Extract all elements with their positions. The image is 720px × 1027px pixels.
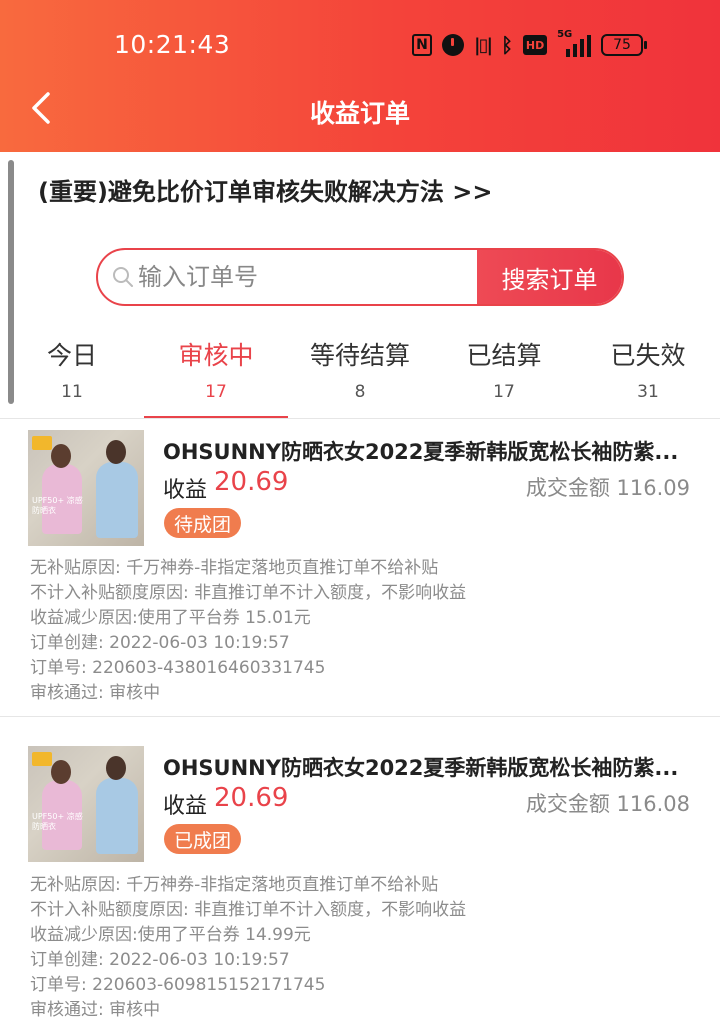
tab-label: 审核中 — [178, 341, 254, 370]
product-title: OHSUNNY防晒衣女2022夏季新韩版宽松长袖防紫... — [163, 440, 679, 464]
app-header: 10:21:43 N |▯| ᛒ HD 5G 75 收益订单 — [0, 0, 720, 152]
tab-count: 17 — [205, 382, 227, 402]
tab-count: 8 — [354, 382, 366, 402]
nfc-icon: N — [412, 34, 432, 56]
order-details: 无补贴原因: 千万神券-非指定落地页直推订单不给补贴 不计入补贴额度原因: 非直… — [30, 873, 466, 1023]
income-value: 20.69 — [214, 783, 289, 813]
status-badge: 已成团 — [164, 824, 242, 854]
divider — [0, 716, 720, 717]
income-value: 20.69 — [214, 467, 289, 497]
status-badge: 待成团 — [164, 508, 242, 538]
detail-review-status: 审核通过: 审核中 — [30, 1000, 161, 1020]
detail-no-subsidy-reason: 无补贴原因: 千万神券-非指定落地页直推订单不给补贴 — [30, 875, 439, 895]
tab-count: 31 — [637, 382, 659, 402]
detail-order-number: 订单号: 220603-438016460331745 — [30, 658, 326, 678]
5g-signal-icon: 5G — [557, 29, 592, 57]
tab-count: 17 — [493, 382, 515, 402]
tab-expired[interactable]: 已失效 31 — [576, 336, 720, 402]
detail-order-number: 订单号: 220603-609815152171745 — [30, 975, 326, 995]
tab-pending-settlement[interactable]: 等待结算 8 — [288, 336, 432, 402]
vibrate-icon: |▯| — [474, 34, 493, 56]
tab-today[interactable]: 今日 11 — [0, 336, 144, 402]
detail-quota-reason: 不计入补贴额度原因: 非直推订单不计入额度，不影响收益 — [30, 900, 467, 920]
hd-icon: HD — [523, 35, 548, 55]
deal-amount: 成交金额 116.08 — [526, 788, 690, 818]
product-image: UPF50+ 凉感防晒衣 — [28, 430, 144, 546]
tab-under-review[interactable]: 审核中 17 — [144, 336, 288, 402]
divider — [0, 418, 720, 419]
detail-review-status: 审核通过: 审核中 — [30, 683, 161, 703]
income-label: 收益 — [163, 794, 208, 819]
tab-label: 今日 — [46, 341, 97, 370]
product-image-text: UPF50+ 凉感防晒衣 — [32, 812, 83, 831]
order-details: 无补贴原因: 千万神券-非指定落地页直推订单不给补贴 不计入补贴额度原因: 非直… — [30, 556, 466, 706]
search-order-button[interactable]: 搜索订单 — [477, 250, 622, 304]
important-notice-link[interactable]: (重要)避免比价订单审核失败解决方法 >> — [38, 172, 493, 207]
bluetooth-icon: ᛒ — [501, 33, 514, 57]
amount-value: 116.09 — [616, 476, 690, 500]
amount-label: 成交金额 — [525, 476, 610, 500]
battery-level: 75 — [613, 37, 631, 53]
amount-value: 116.08 — [616, 792, 690, 816]
status-time: 10:21:43 — [114, 30, 231, 59]
tab-count: 11 — [61, 382, 83, 402]
detail-order-created: 订单创建: 2022-06-03 10:19:57 — [30, 633, 290, 653]
battery-icon: 75 — [601, 34, 648, 56]
deal-amount: 成交金额 116.09 — [526, 472, 690, 502]
search-icon — [113, 267, 133, 287]
order-number-input[interactable] — [138, 250, 478, 304]
income-label: 收益 — [163, 478, 208, 503]
search-bar: 搜索订单 — [96, 248, 624, 306]
product-image: UPF50+ 凉感防晒衣 — [28, 746, 144, 862]
product-title: OHSUNNY防晒衣女2022夏季新韩版宽松长袖防紫... — [163, 756, 679, 780]
alarm-icon — [442, 34, 464, 56]
detail-order-created: 订单创建: 2022-06-03 10:19:57 — [30, 950, 290, 970]
amount-label: 成交金额 — [525, 792, 610, 816]
page-title: 收益订单 — [309, 99, 410, 128]
brand-logo-icon — [32, 752, 52, 766]
tab-label: 已失效 — [610, 341, 686, 370]
product-image-text: UPF50+ 凉感防晒衣 — [32, 496, 83, 515]
brand-logo-icon — [32, 436, 52, 450]
tab-settled[interactable]: 已结算 17 — [432, 336, 576, 402]
order-status-tabs: 今日 11 审核中 17 等待结算 8 已结算 17 已失效 31 — [0, 336, 720, 420]
detail-no-subsidy-reason: 无补贴原因: 千万神券-非指定落地页直推订单不给补贴 — [30, 558, 439, 578]
tab-label: 等待结算 — [309, 341, 410, 370]
detail-income-reduction: 收益减少原因:使用了平台券 15.01元 — [30, 608, 311, 628]
detail-income-reduction: 收益减少原因:使用了平台券 14.99元 — [30, 925, 311, 945]
status-icons: N |▯| ᛒ HD 5G 75 — [412, 29, 648, 58]
detail-quota-reason: 不计入补贴额度原因: 非直推订单不计入额度，不影响收益 — [30, 583, 467, 603]
tab-label: 已结算 — [466, 341, 542, 370]
